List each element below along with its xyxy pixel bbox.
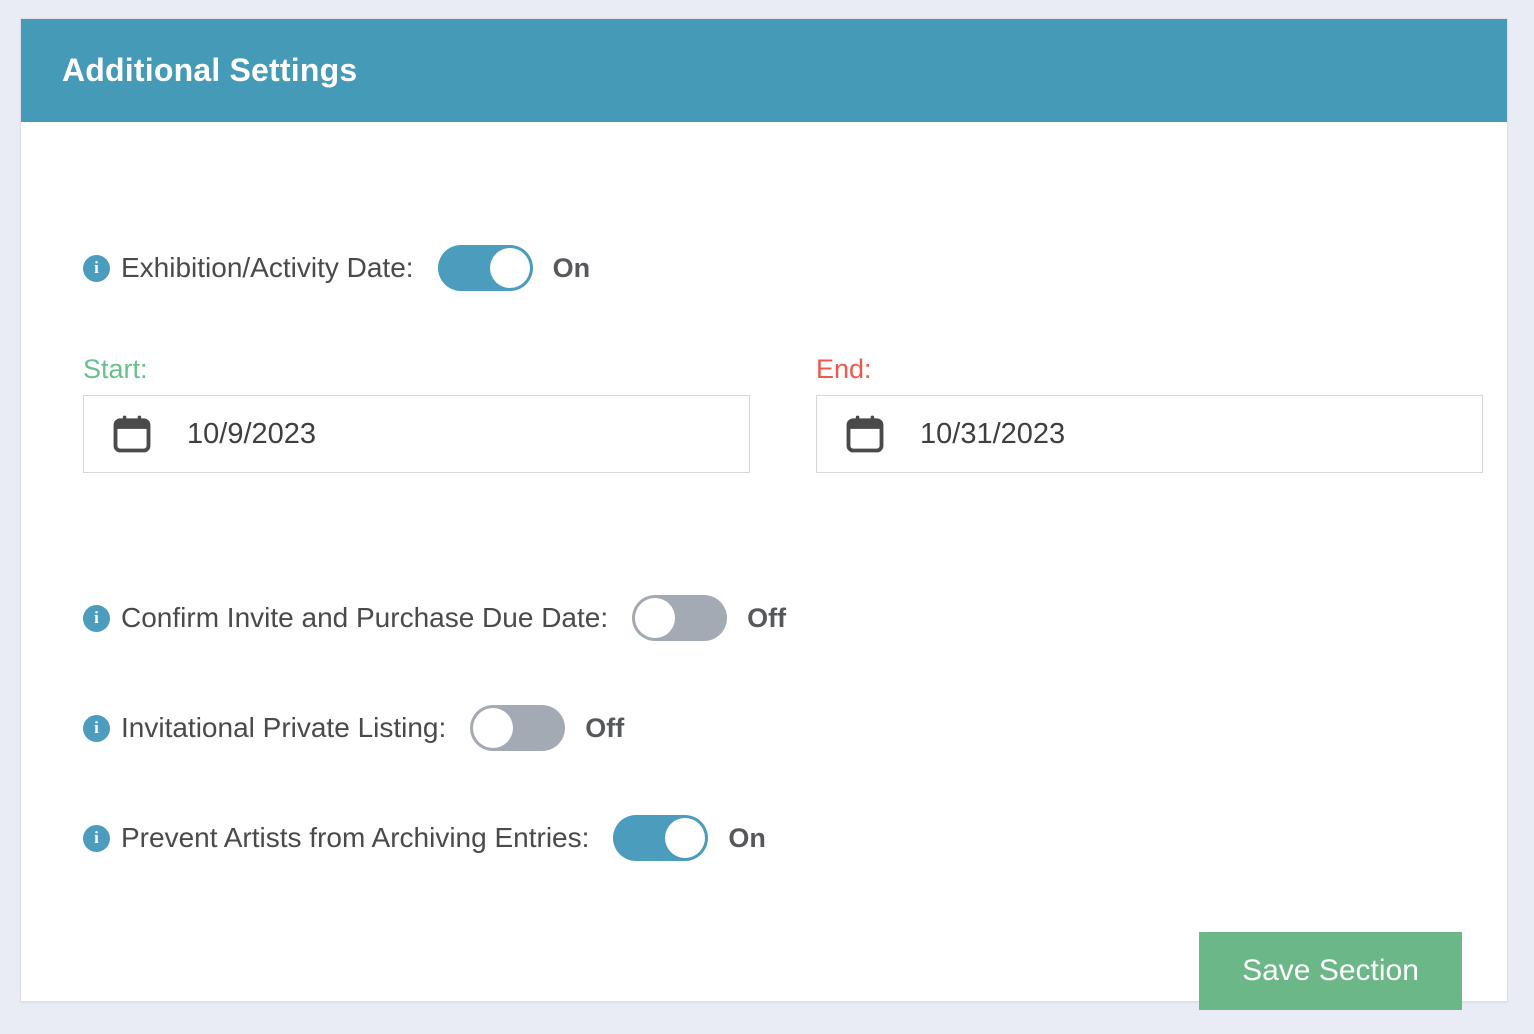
toggle-knob: [473, 708, 514, 748]
toggle-confirm-invite[interactable]: [632, 595, 728, 641]
end-date-input[interactable]: 10/31/2023: [816, 395, 1483, 473]
setting-row-invitational-listing: i Invitational Private Listing: Off: [83, 705, 624, 751]
end-date-group: End: 10/31/2023: [816, 354, 1483, 473]
toggle-knob: [489, 248, 530, 288]
toggle-state-confirm-invite: Off: [747, 602, 787, 633]
setting-label-invitational-listing: Invitational Private Listing:: [121, 712, 447, 743]
calendar-icon: [846, 415, 884, 453]
setting-label-prevent-archiving: Prevent Artists from Archiving Entries:: [121, 822, 590, 853]
info-icon[interactable]: i: [83, 254, 110, 282]
setting-row-confirm-invite: i Confirm Invite and Purchase Due Date: …: [83, 595, 786, 641]
toggle-invitational-listing[interactable]: [470, 705, 566, 751]
toggle-state-exhibition-date: On: [552, 252, 591, 283]
save-section-button[interactable]: Save Section: [1199, 932, 1462, 1010]
toggle-prevent-archiving[interactable]: [613, 815, 709, 861]
toggle-knob: [665, 818, 706, 858]
start-date-group: Start: 10/9/2023: [83, 354, 750, 473]
card-header: Additional Settings: [21, 19, 1507, 122]
toggle-knob: [635, 598, 676, 638]
setting-label-exhibition-date: Exhibition/Activity Date:: [121, 252, 414, 283]
additional-settings-card: Additional Settings i Exhibition/Activit…: [20, 18, 1508, 1010]
info-icon[interactable]: i: [83, 604, 110, 632]
info-icon[interactable]: i: [83, 824, 110, 852]
start-date-label: Start:: [83, 354, 148, 384]
end-date-label: End:: [816, 354, 872, 384]
toggle-state-invitational-listing: Off: [585, 712, 625, 743]
end-date-value: 10/31/2023: [920, 417, 1066, 450]
setting-row-exhibition-date: i Exhibition/Activity Date: On: [83, 245, 590, 291]
toggle-state-prevent-archiving: On: [728, 822, 766, 853]
calendar-icon: [113, 415, 151, 453]
page-title: Additional Settings: [62, 52, 358, 88]
start-date-value: 10/9/2023: [187, 417, 317, 450]
start-date-input[interactable]: 10/9/2023: [83, 395, 750, 473]
setting-label-confirm-invite: Confirm Invite and Purchase Due Date:: [121, 602, 609, 633]
setting-row-prevent-archiving: i Prevent Artists from Archiving Entries…: [83, 815, 766, 861]
card-body: i Exhibition/Activity Date: On Start: 10…: [21, 122, 1507, 1010]
info-icon[interactable]: i: [83, 714, 110, 742]
toggle-exhibition-date[interactable]: [437, 245, 533, 291]
